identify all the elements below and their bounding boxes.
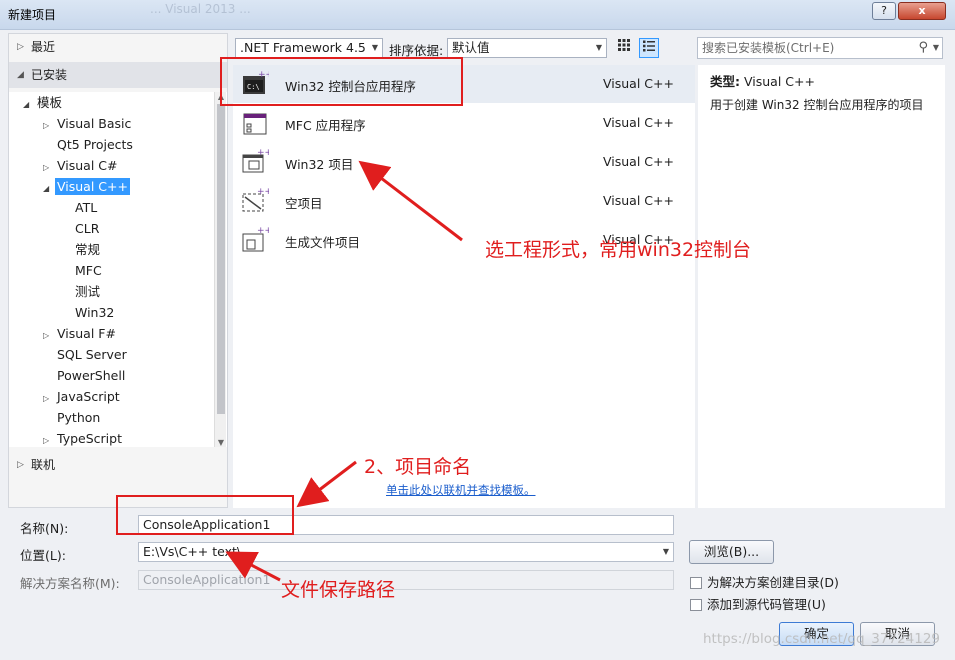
arrow-to-name — [296, 460, 357, 508]
annotation-save-path: 文件保存路径 — [281, 579, 396, 601]
annotation-arrows — [225, 160, 463, 582]
annotation-select-template: 选工程形式，常用win32控制台 — [485, 239, 752, 261]
arrow-to-location — [225, 551, 281, 582]
annotation-project-name: 2、项目命名 — [364, 456, 472, 478]
arrow-to-template — [358, 160, 463, 242]
watermark: https://blog.csdn.net/qq_37724129 — [703, 631, 941, 647]
